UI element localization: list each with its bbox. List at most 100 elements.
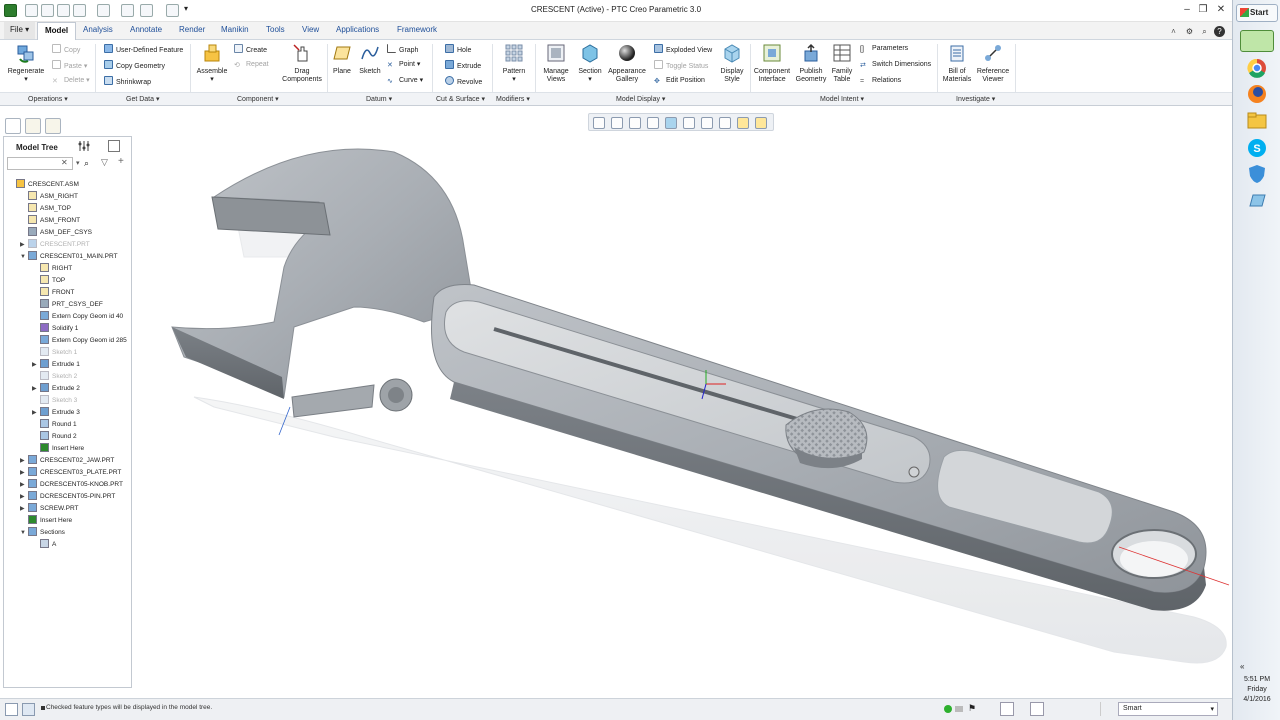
tree-item[interactable]: TOP bbox=[32, 275, 65, 287]
tree-item[interactable]: ▶ CRESCENT02_JAW.PRT bbox=[20, 455, 114, 467]
tab-analysis[interactable]: Analysis bbox=[83, 25, 113, 34]
component-interface-button[interactable]: Component Interface bbox=[752, 43, 792, 84]
tree-item[interactable]: ASM_TOP bbox=[20, 203, 71, 215]
tree-item[interactable]: ▶ CRESCENT.PRT bbox=[20, 239, 90, 251]
paste-button[interactable]: Paste ▾ bbox=[52, 60, 87, 72]
graphics-viewport[interactable] bbox=[134, 107, 1232, 698]
minimize-ribbon-icon[interactable]: ˄ bbox=[1168, 26, 1179, 37]
tree-item[interactable]: Insert Here bbox=[20, 515, 72, 527]
plane-button[interactable]: Plane bbox=[330, 43, 354, 76]
system-clock[interactable]: 5:51 PM Friday 4/1/2016 bbox=[1233, 675, 1280, 705]
drag-components-button[interactable]: Drag Components bbox=[280, 43, 324, 84]
saved-orientations-icon[interactable] bbox=[683, 117, 695, 129]
edit-position-button[interactable]: ✥ Edit Position bbox=[654, 76, 705, 86]
group-component[interactable]: Component ▾ bbox=[237, 95, 279, 103]
filter-icon[interactable]: ▽ bbox=[101, 157, 108, 168]
tree-item[interactable]: Insert Here bbox=[32, 443, 84, 455]
help-icon[interactable]: ? bbox=[1214, 26, 1225, 37]
bill-of-materials-button[interactable]: Bill of Materials bbox=[940, 43, 974, 84]
group-get-data[interactable]: Get Data ▾ bbox=[126, 95, 159, 103]
tree-item[interactable]: A bbox=[32, 539, 56, 551]
parameters-button[interactable]: [] Parameters bbox=[860, 44, 908, 54]
toggle-status-button[interactable]: Toggle Status bbox=[654, 60, 708, 72]
repaint-icon[interactable] bbox=[647, 117, 659, 129]
file-menu[interactable]: File ▾ bbox=[4, 22, 36, 39]
shrinkwrap-button[interactable]: Shrinkwrap bbox=[104, 76, 151, 88]
tree-item[interactable]: ▶ DCRESCENT05-PIN.PRT bbox=[20, 491, 115, 503]
tree-item[interactable]: ▼ Sections bbox=[20, 527, 65, 539]
close-icon[interactable]: ✕ bbox=[1214, 4, 1228, 16]
manage-views-button[interactable]: Manage Views bbox=[540, 43, 572, 84]
binoculars-icon[interactable] bbox=[1000, 702, 1014, 716]
repeat-button[interactable]: ⟲ Repeat bbox=[234, 60, 269, 70]
exploded-view-button[interactable]: Exploded View bbox=[654, 44, 712, 56]
copy-button[interactable]: Copy bbox=[52, 44, 80, 56]
toggle-browser-icon[interactable] bbox=[22, 703, 35, 716]
group-datum[interactable]: Datum ▾ bbox=[366, 95, 392, 103]
chrome-icon[interactable] bbox=[1240, 57, 1274, 79]
tree-item[interactable]: ▶ Extrude 1 bbox=[32, 359, 80, 371]
tab-tools[interactable]: Tools bbox=[266, 25, 285, 34]
curve-button[interactable]: ∿ Curve ▾ bbox=[387, 76, 423, 86]
maximize-icon[interactable]: ❐ bbox=[1196, 4, 1210, 16]
graph-button[interactable]: Graph bbox=[387, 44, 418, 56]
clear-search-icon[interactable]: ✕ bbox=[61, 158, 68, 167]
tree-item[interactable]: ASM_FRONT bbox=[20, 215, 80, 227]
tab-annotate[interactable]: Annotate bbox=[130, 25, 162, 34]
file-explorer-icon[interactable] bbox=[1240, 110, 1274, 132]
view-manager-icon[interactable] bbox=[701, 117, 713, 129]
delete-button[interactable]: ✕ Delete ▾ bbox=[52, 76, 90, 86]
collapse-icon[interactable]: ▼ bbox=[20, 251, 28, 263]
expand-icon[interactable]: ▶ bbox=[32, 383, 40, 395]
sketch-button[interactable]: Sketch bbox=[356, 43, 384, 76]
tree-item[interactable]: CRESCENT.ASM bbox=[8, 179, 79, 191]
zoom-out-icon[interactable] bbox=[629, 117, 641, 129]
app-tile-icon[interactable] bbox=[1240, 190, 1274, 212]
skype-icon[interactable]: S bbox=[1240, 137, 1274, 159]
settings-icon[interactable]: ⚙ bbox=[1184, 26, 1195, 37]
tab-manikin[interactable]: Manikin bbox=[221, 25, 249, 34]
show-menu-icon[interactable] bbox=[108, 140, 120, 152]
folder-browser-tab-icon[interactable] bbox=[25, 118, 41, 134]
collapse-icon[interactable]: ▼ bbox=[20, 527, 28, 539]
tree-item[interactable]: Extern Copy Geom id 40 bbox=[32, 311, 123, 323]
tree-item[interactable]: Round 2 bbox=[32, 431, 77, 443]
regenerate-button[interactable]: Regenerate ▾ bbox=[4, 43, 48, 84]
point-button[interactable]: ✕ Point ▾ bbox=[387, 60, 420, 70]
tab-applications[interactable]: Applications bbox=[336, 25, 379, 34]
firefox-icon[interactable] bbox=[1240, 83, 1274, 105]
tree-item[interactable]: ▶ CRESCENT03_PLATE.PRT bbox=[20, 467, 121, 479]
tree-item[interactable]: Sketch 3 bbox=[32, 395, 77, 407]
expand-icon[interactable]: ▶ bbox=[32, 359, 40, 371]
switch-dimensions-button[interactable]: ⇄ Switch Dimensions bbox=[860, 60, 931, 70]
expand-icon[interactable]: ▶ bbox=[20, 467, 28, 479]
tree-item[interactable]: Extern Copy Geom id 285 bbox=[32, 335, 127, 347]
selection-buffer-icon[interactable] bbox=[1030, 702, 1044, 716]
search-dropdown-icon[interactable]: ▾ bbox=[76, 159, 80, 167]
expand-icon[interactable]: ▶ bbox=[20, 479, 28, 491]
find-icon[interactable]: ⌕ bbox=[84, 158, 89, 169]
creo-taskbar-icon[interactable] bbox=[1240, 30, 1274, 52]
tab-view[interactable]: View bbox=[302, 25, 319, 34]
tab-render[interactable]: Render bbox=[179, 25, 205, 34]
tree-item[interactable]: ▶ Extrude 2 bbox=[32, 383, 80, 395]
section-button[interactable]: Section ▾ bbox=[576, 43, 604, 84]
expand-icon[interactable]: ▶ bbox=[20, 455, 28, 467]
group-cut-surface[interactable]: Cut & Surface ▾ bbox=[436, 95, 485, 103]
search-icon[interactable]: ⌕ bbox=[1199, 26, 1210, 37]
tree-item[interactable]: PRT_CSYS_DEF bbox=[32, 299, 103, 311]
copy-geometry-button[interactable]: Copy Geometry bbox=[104, 60, 165, 72]
refit-icon[interactable] bbox=[593, 117, 605, 129]
security-shield-icon[interactable] bbox=[1240, 163, 1274, 185]
minimize-icon[interactable]: – bbox=[1180, 4, 1194, 16]
tree-item[interactable]: RIGHT bbox=[32, 263, 72, 275]
reference-viewer-button[interactable]: Reference Viewer bbox=[974, 43, 1012, 84]
group-operations[interactable]: Operations ▾ bbox=[28, 95, 68, 103]
start-button[interactable]: Start bbox=[1236, 4, 1278, 22]
extrude-button[interactable]: Extrude bbox=[445, 60, 481, 72]
expand-icon[interactable]: ▶ bbox=[32, 407, 40, 419]
group-investigate[interactable]: Investigate ▾ bbox=[956, 95, 995, 103]
tab-framework[interactable]: Framework bbox=[397, 25, 437, 34]
group-modifiers[interactable]: Modifiers ▾ bbox=[496, 95, 530, 103]
annotation-display-icon[interactable] bbox=[755, 117, 767, 129]
